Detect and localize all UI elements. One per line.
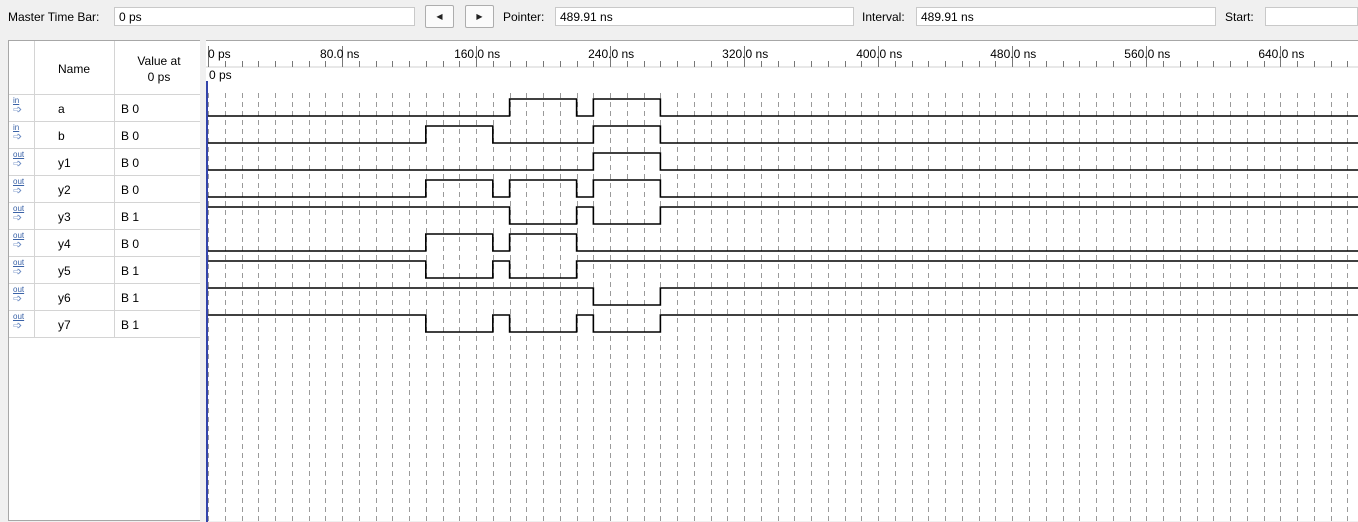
arrow-icon: ➩ bbox=[13, 131, 23, 143]
ruler-tick-label: 240.0 ns bbox=[588, 47, 634, 61]
time-ruler bbox=[206, 41, 1358, 67]
signal-name: y6 bbox=[58, 291, 71, 305]
signal-name: y2 bbox=[58, 183, 71, 197]
pointer-label: Pointer: bbox=[503, 10, 545, 24]
waveform-y4 bbox=[208, 233, 1358, 252]
arrow-icon: ➩ bbox=[13, 104, 23, 116]
signal-name: y4 bbox=[58, 237, 71, 251]
signal-value: B 1 bbox=[121, 318, 140, 332]
waveform-a bbox=[208, 98, 1358, 117]
waveform-b bbox=[208, 125, 1358, 144]
signal-row[interactable]: in ➩ b B 0 bbox=[9, 122, 200, 149]
waveform-y7 bbox=[208, 314, 1358, 333]
signal-row[interactable]: out ➩ y2 B 0 bbox=[9, 176, 200, 203]
waveform-y2 bbox=[208, 179, 1358, 198]
signal-row[interactable]: out ➩ y7 B 1 bbox=[9, 311, 200, 338]
waveform-canvas[interactable]: 0 ps 80.0 ns 160.0 ns 240.0 ns 320.0 ns 400.0… bbox=[206, 41, 1358, 522]
signal-name: y7 bbox=[58, 318, 71, 332]
ruler-tick-label: 400.0 ns bbox=[856, 47, 902, 61]
signal-name: b bbox=[58, 129, 65, 143]
cursor-time-label: 0 ps bbox=[209, 68, 232, 82]
value-header-line1: Value at bbox=[137, 54, 181, 68]
next-transition-button[interactable]: ▶ bbox=[465, 5, 494, 28]
arrow-icon: ➩ bbox=[13, 266, 23, 278]
arrow-icon: ➩ bbox=[13, 239, 23, 251]
signal-list-header: Name Value at 0 ps bbox=[9, 41, 200, 95]
signal-value: B 0 bbox=[121, 102, 140, 116]
ruler-tick-label: 320.0 ns bbox=[722, 47, 768, 61]
signal-row[interactable]: out ➩ y5 B 1 bbox=[9, 257, 200, 284]
ruler-tick-label: 0 ps bbox=[208, 47, 231, 61]
output-pin-icon: out ➩ bbox=[11, 231, 33, 253]
arrow-icon: ➩ bbox=[13, 158, 23, 170]
waveform-y3 bbox=[208, 206, 1358, 225]
output-pin-icon: out ➩ bbox=[11, 177, 33, 199]
signal-name: y5 bbox=[58, 264, 71, 278]
ruler-tick-label: 480.0 ns bbox=[990, 47, 1036, 61]
signal-row[interactable]: in ➩ a B 0 bbox=[9, 95, 200, 122]
waveform-panel[interactable]: 0 ps 80.0 ns 160.0 ns 240.0 ns 320.0 ns 400.0… bbox=[206, 40, 1358, 522]
waveform-y1 bbox=[208, 152, 1358, 171]
signal-value: B 1 bbox=[121, 291, 140, 305]
signal-name: y1 bbox=[58, 156, 71, 170]
signal-row[interactable]: out ➩ y1 B 0 bbox=[9, 149, 200, 176]
signal-row[interactable]: out ➩ y4 B 0 bbox=[9, 230, 200, 257]
interval-label: Interval: bbox=[862, 10, 905, 24]
arrow-icon: ➩ bbox=[13, 212, 23, 224]
signal-value: B 0 bbox=[121, 183, 140, 197]
output-pin-icon: out ➩ bbox=[11, 312, 33, 334]
arrow-icon: ➩ bbox=[13, 293, 23, 305]
pointer-field[interactable]: 489.91 ns bbox=[555, 7, 854, 26]
value-header-line2: 0 ps bbox=[147, 70, 171, 84]
value-column-header[interactable]: Value at 0 ps bbox=[117, 53, 201, 85]
signal-name: y3 bbox=[58, 210, 71, 224]
waveform-y6 bbox=[208, 287, 1358, 306]
ruler-tick-label: 560.0 ns bbox=[1124, 47, 1170, 61]
triangle-right-icon: ▶ bbox=[476, 12, 483, 21]
output-pin-icon: out ➩ bbox=[11, 258, 33, 280]
start-label: Start: bbox=[1225, 10, 1254, 24]
interval-field[interactable]: 489.91 ns bbox=[916, 7, 1216, 26]
signal-value: B 0 bbox=[121, 129, 140, 143]
signal-value: B 0 bbox=[121, 156, 140, 170]
signal-name: a bbox=[58, 102, 65, 116]
signal-value: B 1 bbox=[121, 264, 140, 278]
ruler-tick-label: 640.0 ns bbox=[1258, 47, 1304, 61]
input-pin-icon: in ➩ bbox=[11, 123, 33, 145]
master-time-bar-label: Master Time Bar: bbox=[8, 10, 100, 24]
start-field[interactable] bbox=[1265, 7, 1358, 26]
output-pin-icon: out ➩ bbox=[11, 285, 33, 307]
prev-transition-button[interactable]: ◀ bbox=[425, 5, 454, 28]
triangle-left-icon: ◀ bbox=[436, 12, 443, 21]
signal-row[interactable]: out ➩ y6 B 1 bbox=[9, 284, 200, 311]
name-column-header[interactable]: Name bbox=[58, 62, 90, 76]
signal-list-panel: Name Value at 0 ps in ➩ a B 0 in ➩ b B 0 out ➩ y1 B… bbox=[8, 40, 200, 521]
input-pin-icon: in ➩ bbox=[11, 96, 33, 118]
output-pin-icon: out ➩ bbox=[11, 150, 33, 172]
toolbar: Master Time Bar: 0 ps ◀ ▶ Pointer: 489.9… bbox=[0, 0, 1358, 36]
ruler-tick-label: 160.0 ns bbox=[454, 47, 500, 61]
ruler-tick-label: 80.0 ns bbox=[320, 47, 359, 61]
signal-row[interactable]: out ➩ y3 B 1 bbox=[9, 203, 200, 230]
waveform-y5 bbox=[208, 260, 1358, 279]
signal-value: B 0 bbox=[121, 237, 140, 251]
master-time-bar-field[interactable]: 0 ps bbox=[114, 7, 415, 26]
signal-value: B 1 bbox=[121, 210, 140, 224]
output-pin-icon: out ➩ bbox=[11, 204, 33, 226]
arrow-icon: ➩ bbox=[13, 320, 23, 332]
arrow-icon: ➩ bbox=[13, 185, 23, 197]
